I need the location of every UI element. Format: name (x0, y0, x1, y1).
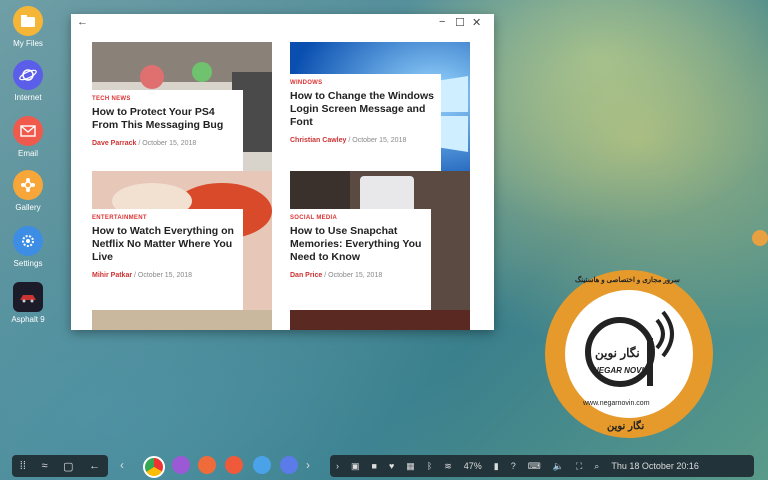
article-card[interactable]: TECH NEWS How to Protect Your PS4 From T… (92, 42, 272, 178)
heart-icon[interactable]: ♥ (389, 461, 394, 471)
article-overlay: WINDOWS How to Change the Windows Login … (290, 74, 441, 178)
date-time[interactable]: Thu 18 October 20:16 (611, 461, 699, 471)
desktop-icon-internet[interactable]: Internet (8, 60, 48, 102)
chrome-app-icon[interactable] (143, 456, 165, 478)
taskbar-left: ⁞⁞ ≈ ▢ ← (12, 455, 108, 477)
taskbar-right: › ▣ ■ ♥ ▦ ᛒ ≋ 47% ▮ ? ⌨ 🔈 ⛶ ⌕ Thu 18 Oct… (330, 455, 754, 477)
logo-tagline-persian: سرور مجازی و اختصاصی و هاستینگ (575, 277, 680, 284)
desktop-icon-label: Email (17, 149, 38, 158)
chevron-left-icon[interactable]: ‹ (120, 458, 124, 472)
article-overlay: TECH NEWS How to Protect Your PS4 From T… (92, 90, 243, 178)
keyboard-icon[interactable]: ⌨ (528, 461, 541, 472)
article-title[interactable]: How to Watch Everything on Netflix No Ma… (92, 225, 237, 264)
article-card[interactable]: SOCIAL MEDIA How to Use Snapchat Memorie… (290, 171, 470, 315)
desktop-icon-label: Gallery (15, 203, 41, 212)
desktop-icon-label: Internet (14, 93, 42, 102)
article-title[interactable]: How to Change the Windows Login Screen M… (290, 90, 435, 129)
logo-footer-persian: نگار نوین (607, 421, 645, 432)
article-overlay: SOCIAL MEDIA How to Use Snapchat Memorie… (290, 209, 431, 315)
envelope-icon (13, 116, 43, 146)
flower-icon (13, 170, 43, 200)
article-card-partial[interactable] (290, 310, 470, 330)
browser-window: ← − ☐ ✕ TECH NEWS How to Protect Your PS… (71, 14, 494, 330)
screenshot-icon[interactable]: ⛶ (576, 461, 582, 472)
article-date: October 15, 2018 (137, 272, 193, 279)
dex-icon[interactable]: ▦ (406, 461, 415, 472)
article-title[interactable]: How to Protect Your PS4 From This Messag… (92, 106, 237, 132)
planet-icon (13, 60, 43, 90)
desktop-icon-settings[interactable]: Settings (8, 226, 48, 268)
book-app-icon[interactable] (225, 456, 243, 474)
article-category: SOCIAL MEDIA (290, 215, 338, 221)
video-icon[interactable]: ■ (372, 461, 377, 471)
article-category: ENTERTAINMENT (92, 215, 147, 221)
gear-icon (13, 226, 43, 256)
folder-icon (13, 6, 43, 36)
edge-panel-handle[interactable] (752, 230, 768, 246)
article-date: October 15, 2018 (142, 140, 197, 147)
desktop-icon-my-files[interactable]: My Files (8, 6, 48, 48)
bluetooth-icon[interactable]: ᛒ (427, 461, 432, 471)
battery-percent: 47% (463, 461, 482, 471)
article-date: October 15, 2018 (352, 137, 407, 144)
article-date: October 15, 2018 (328, 272, 383, 279)
expand-icon[interactable]: › (336, 461, 339, 471)
article-category: TECH NEWS (92, 96, 131, 102)
logo-website: www.negarnovin.com (583, 400, 650, 407)
volume-icon[interactable]: 🔈 (553, 461, 564, 472)
maximize-icon[interactable]: ☐ (455, 16, 465, 29)
chevron-right-icon[interactable]: › (306, 458, 310, 472)
camera-app-icon[interactable] (172, 456, 190, 474)
cloud-app-icon[interactable] (253, 456, 271, 474)
image-icon[interactable]: ▣ (351, 461, 360, 472)
article-category: WINDOWS (290, 80, 323, 86)
logo-inner: نگار نوین NEGAR NOVIN www.negarnovin.com (565, 290, 693, 418)
search-icon[interactable]: ⌕ (594, 461, 599, 472)
window-titlebar: ← − ☐ ✕ (71, 14, 494, 32)
logo-name-persian: نگار نوین (595, 346, 640, 360)
article-author[interactable]: Mihir Patkar (92, 272, 132, 279)
help-icon[interactable]: ? (511, 461, 516, 471)
article-author[interactable]: Dave Parrack (92, 140, 136, 147)
article-author[interactable]: Dan Price (290, 272, 322, 279)
close-icon[interactable]: ✕ (472, 16, 481, 29)
apps-grid-icon[interactable]: ⁞⁞ (20, 460, 26, 472)
back-icon[interactable]: ← (89, 460, 100, 472)
video-app-icon[interactable] (198, 456, 216, 474)
wifi-icon[interactable]: ≋ (444, 461, 452, 472)
signal-icon[interactable]: ▮ (494, 461, 499, 472)
article-card[interactable]: ENTERTAINMENT How to Watch Everything on… (92, 171, 272, 315)
car-icon (13, 282, 43, 312)
logo-name-latin: NEGAR NOVIN (593, 366, 650, 375)
article-overlay: ENTERTAINMENT How to Watch Everything on… (92, 209, 243, 315)
settings-app-icon[interactable] (280, 456, 298, 474)
desktop-icon-label: My Files (13, 39, 43, 48)
watermark-logo: نگار نوین NEGAR NOVIN www.negarnovin.com… (545, 270, 713, 438)
article-card-partial[interactable] (92, 310, 272, 330)
desktop-icon-label: Settings (13, 259, 43, 268)
desktop-icon-asphalt[interactable]: Asphalt 9 (8, 282, 48, 324)
article-title[interactable]: How to Use Snapchat Memories: Everything… (290, 225, 425, 264)
article-author[interactable]: Christian Cawley (290, 137, 346, 144)
desktop-icon-label: Asphalt 9 (11, 315, 45, 324)
minimize-icon[interactable]: − (439, 16, 445, 28)
back-arrow-icon[interactable]: ← (77, 16, 88, 28)
recents-icon[interactable]: ▢ (63, 460, 73, 473)
desktop-icon-gallery[interactable]: Gallery (8, 170, 48, 212)
desktop-icon-email[interactable]: Email (8, 116, 48, 158)
notifications-icon[interactable]: ≈ (42, 460, 48, 472)
article-card[interactable]: WINDOWS How to Change the Windows Login … (290, 42, 470, 178)
